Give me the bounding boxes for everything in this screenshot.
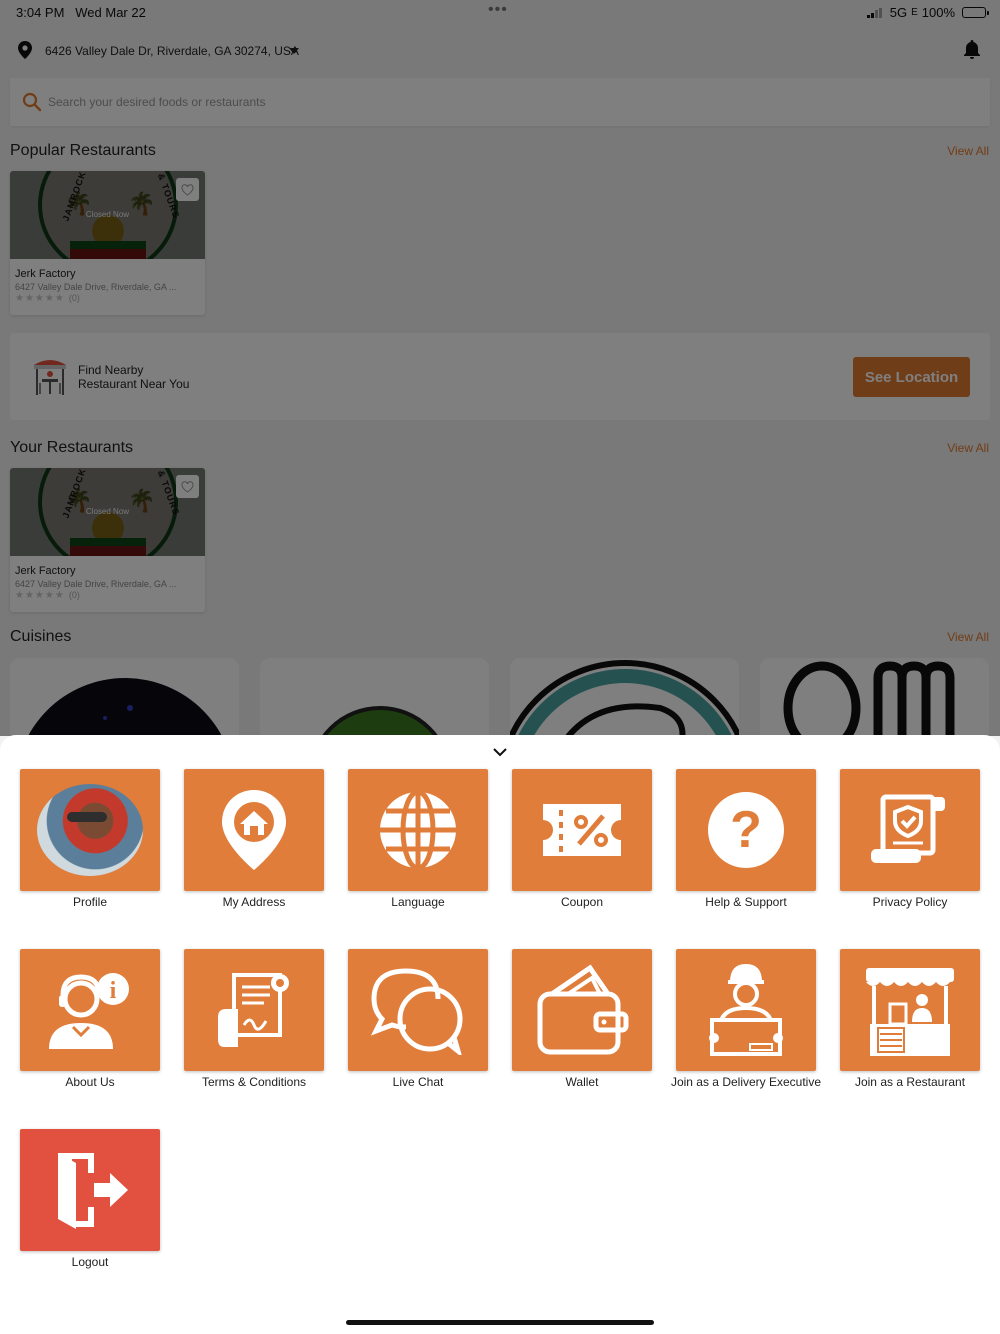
menu-item-privacy-policy[interactable]: Privacy Policy [820, 769, 984, 919]
about-person-icon[interactable]: i [20, 949, 160, 1071]
menu-item-coupon[interactable]: Coupon [492, 769, 656, 919]
coupon-icon[interactable] [512, 769, 652, 891]
menu-item-wallet[interactable]: Wallet [492, 949, 656, 1099]
svg-text:i: i [110, 978, 117, 1004]
avatar [37, 784, 143, 876]
home-pin-icon[interactable] [184, 769, 324, 891]
logout-door-icon[interactable] [20, 1129, 160, 1251]
menu-item-help-support[interactable]: ? Help & Support [656, 769, 820, 919]
menu-item-profile[interactable]: Profile [0, 769, 164, 919]
delivery-man-icon[interactable] [676, 949, 816, 1071]
globe-icon[interactable] [348, 769, 488, 891]
terms-document-icon[interactable] [184, 949, 324, 1071]
menu-grid: Profile My Address Language Coupon ? Hel… [0, 735, 1000, 1334]
privacy-scroll-icon[interactable] [840, 769, 980, 891]
wallet-icon[interactable] [512, 949, 652, 1071]
sheet-backdrop[interactable] [0, 0, 1000, 736]
svg-text:?: ? [730, 801, 762, 859]
menu-label: Privacy Policy [872, 895, 948, 909]
menu-label: Join as a Restaurant [854, 1075, 966, 1089]
menu-item-about-us[interactable]: i About Us [0, 949, 164, 1099]
menu-item-join-restaurant[interactable]: Join as a Restaurant [820, 949, 984, 1099]
menu-bottom-sheet: Profile My Address Language Coupon ? Hel… [0, 735, 1000, 1334]
restaurant-stall-icon[interactable] [840, 949, 980, 1071]
menu-item-my-address[interactable]: My Address [164, 769, 328, 919]
home-indicator[interactable] [346, 1320, 654, 1325]
profile-tile[interactable] [20, 769, 160, 891]
menu-item-live-chat[interactable]: Live Chat [328, 949, 492, 1099]
menu-label: Logout [71, 1255, 109, 1269]
menu-item-join-delivery[interactable]: Join as a Delivery Executive [656, 949, 821, 1099]
question-icon[interactable]: ? [676, 769, 816, 891]
chat-bubbles-icon[interactable] [348, 949, 488, 1071]
menu-item-logout[interactable]: Logout [0, 1129, 164, 1279]
menu-item-language[interactable]: Language [328, 769, 492, 919]
menu-item-terms-conditions[interactable]: Terms & Conditions [164, 949, 328, 1099]
